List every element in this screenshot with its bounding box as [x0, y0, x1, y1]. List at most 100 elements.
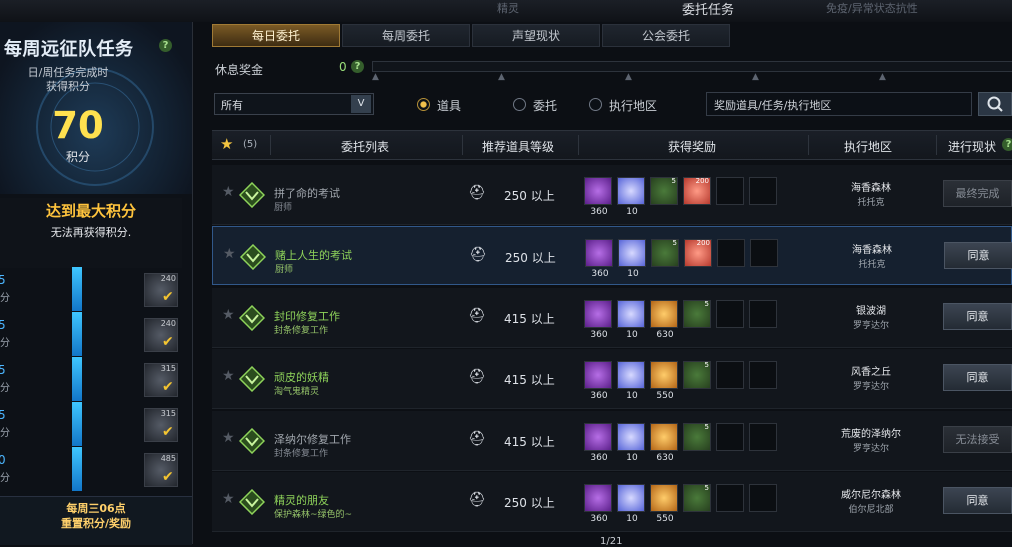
- checkmark-icon: ✔: [162, 334, 174, 350]
- reward-purple-icon[interactable]: 360: [584, 177, 612, 217]
- reward-lantern-icon[interactable]: 550: [650, 484, 678, 524]
- search-icon: [987, 96, 1003, 112]
- table-row[interactable]: ★ 拼了命的考试 厨师 ⛑ 250 以上 360 10 5 200 海香森林 托托克 最终完成: [212, 165, 1012, 225]
- reward-potion-icon[interactable]: 5: [683, 300, 711, 328]
- helmet-icon: ⛑: [469, 247, 487, 263]
- quest-name[interactable]: 泽纳尔修复工作: [274, 431, 351, 447]
- col-rewards[interactable]: 获得奖励: [668, 138, 716, 155]
- favorite-star-icon[interactable]: ★: [223, 246, 236, 262]
- search-input[interactable]: 奖励道具/任务/执行地区: [706, 92, 972, 116]
- quest-name[interactable]: 赌上人生的考试: [275, 247, 352, 263]
- table-row[interactable]: ★ 泽纳尔修复工作 封条修复工作 ⛑ 415 以上 360 10 630 5 荒废的泽纳尔 罗亨达尔…: [212, 411, 1012, 471]
- status-button[interactable]: 同意: [943, 364, 1012, 391]
- reward-lantern-icon[interactable]: 550: [650, 361, 678, 401]
- tier-points: 5: [0, 318, 6, 332]
- table-row[interactable]: ★ 赌上人生的考试 厨师 ⛑ 250 以上 360 10 5 200 海香森林 托托克 同意: [212, 226, 1012, 285]
- reward-purple-icon[interactable]: 360: [584, 423, 612, 463]
- help-icon[interactable]: ?: [159, 39, 172, 52]
- reward-crystal-icon[interactable]: 10: [617, 484, 645, 524]
- tier-row: 5 分 315 ✔: [0, 357, 192, 403]
- quest-name[interactable]: 拼了命的考试: [274, 185, 340, 201]
- tier-unit: 分: [0, 383, 10, 394]
- favorite-star-icon[interactable]: ★: [222, 184, 235, 200]
- tab-guild[interactable]: 公会委托: [602, 24, 730, 47]
- tab-weekly[interactable]: 每周委托: [342, 24, 470, 47]
- quest-name[interactable]: 封印修复工作: [274, 308, 340, 324]
- reward-crystal-icon[interactable]: 10: [618, 239, 646, 279]
- reward-count: 360: [590, 453, 608, 463]
- reward-crystal-icon[interactable]: 10: [617, 361, 645, 401]
- reward-purple-icon[interactable]: 360: [584, 484, 612, 524]
- status-button[interactable]: 最终完成: [943, 180, 1012, 207]
- zone-cell: 风香之丘 罗亨达尔: [816, 366, 926, 394]
- reward-count: 10: [626, 207, 638, 217]
- tier-unit: 分: [0, 428, 10, 439]
- reward-potion-icon[interactable]: 5: [651, 239, 679, 267]
- reward-purple-icon[interactable]: 360: [584, 300, 612, 340]
- favorite-star-icon[interactable]: ★: [222, 491, 235, 507]
- tier-reward-count: 240: [160, 274, 176, 283]
- quest-npc: 保护森林~绿色的~: [274, 510, 353, 520]
- status-button[interactable]: 同意: [943, 487, 1012, 514]
- radio-icon[interactable]: [513, 98, 526, 111]
- table-row[interactable]: ★ 封印修复工作 封条修复工作 ⛑ 415 以上 360 10 630 5 银波湖 罗亨达尔 同意: [212, 288, 1012, 348]
- radio-icon[interactable]: [589, 98, 602, 111]
- reward-crystal-icon[interactable]: 10: [617, 300, 645, 340]
- favorite-star-icon[interactable]: ★: [222, 368, 235, 384]
- chevron-down-icon[interactable]: V: [351, 95, 371, 113]
- tier-row: 5 分 240 ✔: [0, 312, 192, 358]
- reward-potion-icon[interactable]: 5: [683, 423, 711, 451]
- reward-lantern-icon[interactable]: 630: [650, 423, 678, 463]
- reward-crystal-icon[interactable]: 10: [617, 423, 645, 463]
- top-tab-commission[interactable]: 委托任务: [682, 0, 734, 18]
- reward-crystal-icon[interactable]: 10: [617, 177, 645, 217]
- checkmark-icon: ✔: [162, 379, 174, 395]
- favorite-star-icon[interactable]: ★: [220, 135, 233, 153]
- zone-name: 海香森林: [852, 245, 892, 256]
- quest-npc: 厨师: [275, 265, 294, 275]
- favorite-star-icon[interactable]: ★: [222, 307, 235, 323]
- table-row[interactable]: ★ 顽皮的妖精 淘气鬼精灵 ⛑ 415 以上 360 10 550 5 风香之丘 罗亨达尔 同意: [212, 349, 1012, 409]
- reward-potion-icon[interactable]: 5: [683, 361, 711, 389]
- quest-name[interactable]: 顽皮的妖精: [274, 369, 329, 385]
- tab-reputation[interactable]: 声望现状: [472, 24, 600, 47]
- reward-lantern-icon[interactable]: 630: [650, 300, 678, 340]
- col-zone[interactable]: 执行地区: [844, 138, 892, 155]
- radio-commission[interactable]: 委托: [513, 97, 557, 114]
- table-row[interactable]: ★ 精灵的朋友 保护森林~绿色的~ ⛑ 250 以上 360 10 550 5 威尔尼尔森林 伯尔尼…: [212, 472, 1012, 532]
- radio-selected-icon[interactable]: [417, 98, 430, 111]
- reward-purple-icon[interactable]: 360: [584, 361, 612, 401]
- reward-potion-icon[interactable]: 5: [683, 484, 711, 512]
- col-status[interactable]: 进行现状: [948, 138, 996, 155]
- favorite-star-icon[interactable]: ★: [222, 430, 235, 446]
- reward-heart-icon[interactable]: 200: [684, 239, 712, 267]
- zone-region: 罗亨达尔: [852, 321, 889, 331]
- search-button[interactable]: [978, 92, 1012, 116]
- reward-potion-icon[interactable]: 5: [650, 177, 678, 205]
- status-button[interactable]: 同意: [943, 303, 1012, 330]
- top-tab-elf[interactable]: 精灵: [497, 0, 519, 16]
- reward-heart-icon[interactable]: 200: [683, 177, 711, 205]
- col-quest-list[interactable]: 委托列表: [341, 138, 389, 155]
- reward-empty-slot: [749, 361, 777, 389]
- category-dropdown[interactable]: 所有 V: [214, 93, 374, 115]
- zone-region: 托托克: [858, 260, 886, 270]
- reward-purple-icon[interactable]: 360: [585, 239, 613, 279]
- help-icon[interactable]: ?: [1002, 138, 1012, 151]
- status-button[interactable]: 同意: [944, 242, 1012, 269]
- column-divider: [936, 135, 937, 155]
- top-tab-immunity[interactable]: 免疫/异常状态抗性: [826, 0, 918, 16]
- weekly-reset-text: 每周三06点 重置积分/奖励: [60, 502, 132, 530]
- help-icon[interactable]: ?: [351, 60, 364, 73]
- reward-count: 360: [590, 330, 608, 340]
- tier-row: 5 分 315 ✔: [0, 402, 192, 448]
- commission-emblem-icon: [238, 488, 266, 516]
- tab-daily[interactable]: 每日委托: [212, 24, 340, 47]
- reward-empty-slot: [716, 361, 744, 389]
- radio-zone[interactable]: 执行地区: [589, 97, 657, 114]
- col-recommended-level[interactable]: 推荐道具等级: [482, 138, 554, 155]
- quest-name[interactable]: 精灵的朋友: [274, 492, 329, 508]
- radio-item[interactable]: 道具: [417, 97, 461, 114]
- status-button[interactable]: 无法接受: [943, 426, 1012, 453]
- checkmark-icon: ✔: [162, 469, 174, 485]
